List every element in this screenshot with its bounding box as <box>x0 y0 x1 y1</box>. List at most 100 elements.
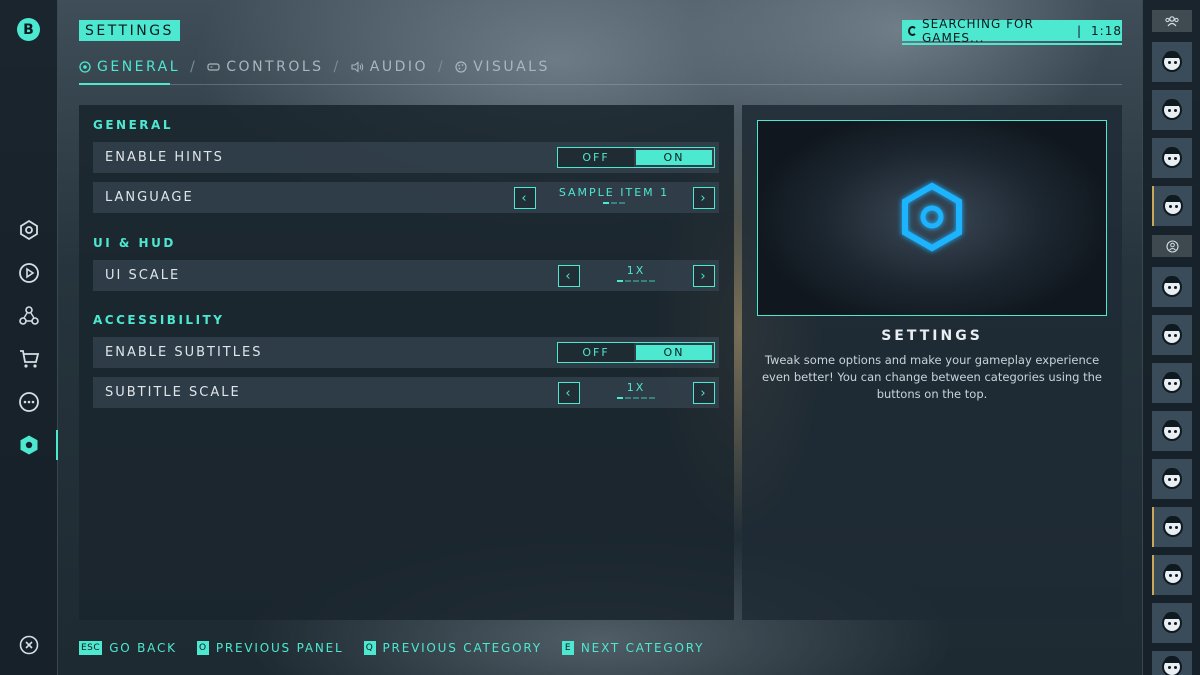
category-tabs: GENERAL / CONTROLS / AUDIO / VISUALS <box>79 58 550 76</box>
close-icon[interactable] <box>17 633 41 657</box>
tab-controls[interactable]: CONTROLS <box>207 58 323 76</box>
option-dot <box>617 397 623 399</box>
hint-next-category[interactable]: E NEXT CATEGORY <box>561 641 705 655</box>
tab-audio[interactable]: AUDIO <box>351 58 428 76</box>
tab-separator: / <box>438 59 446 75</box>
active-tab-underline <box>79 83 170 85</box>
option-dot <box>633 280 639 282</box>
speaker-icon <box>351 61 364 73</box>
option-label: UI SCALE <box>105 268 181 283</box>
tabs-divider <box>79 84 1122 85</box>
friend-avatar[interactable] <box>1152 603 1192 643</box>
friend-avatar[interactable] <box>1152 138 1192 178</box>
ui-scale-next-button[interactable]: › <box>693 265 715 287</box>
option-language[interactable]: LANGUAGE ‹ SAMPLE ITEM 1 › <box>93 182 719 213</box>
tab-controls-label: CONTROLS <box>226 59 324 75</box>
toggle-on[interactable]: ON <box>636 150 712 165</box>
avatar-face-icon <box>1162 276 1182 297</box>
avatar-face-icon <box>1162 51 1182 72</box>
friend-avatar[interactable] <box>1152 555 1192 595</box>
palette-icon <box>455 61 467 73</box>
subtitle-scale-prev-button[interactable]: ‹ <box>558 382 580 404</box>
friend-avatar[interactable] <box>1152 186 1192 226</box>
ui-scale-value: 1X <box>626 264 646 277</box>
friend-avatar[interactable] <box>1152 411 1192 451</box>
option-dot <box>617 280 623 282</box>
subtitle-scale-selector: 1X <box>583 381 689 399</box>
friends-rail <box>1142 0 1200 675</box>
option-dot <box>633 397 639 399</box>
play-icon[interactable] <box>17 261 41 285</box>
party-icon[interactable] <box>1152 10 1192 32</box>
ui-scale-option-dots <box>583 280 689 282</box>
friend-avatar[interactable] <box>1152 651 1192 675</box>
friend-avatar[interactable] <box>1152 42 1192 82</box>
avatar-face-icon <box>1163 516 1183 537</box>
avatar-face-icon <box>1162 99 1182 120</box>
hints-toggle[interactable]: OFF ON <box>557 147 715 168</box>
friend-avatar[interactable] <box>1152 363 1192 403</box>
social-icon[interactable] <box>17 304 41 328</box>
avatar-face-icon <box>1162 468 1182 489</box>
hint-label: GO BACK <box>109 641 177 655</box>
option-label: ENABLE HINTS <box>105 150 224 165</box>
hint-label: PREVIOUS PANEL <box>215 641 344 655</box>
subtitle-scale-option-dots <box>583 397 689 399</box>
toggle-off[interactable]: OFF <box>558 343 634 362</box>
option-enable-hints[interactable]: ENABLE HINTS OFF ON <box>93 142 719 173</box>
hint-previous-panel[interactable]: O PREVIOUS PANEL <box>196 641 344 655</box>
tab-general-label: GENERAL <box>97 59 181 75</box>
avatar-face-icon <box>1162 324 1182 345</box>
matchmaking-status[interactable]: SEARCHING FOR GAMES... | 1:18 <box>902 17 1122 45</box>
toggle-on[interactable]: ON <box>636 345 712 360</box>
friends-profile-icon[interactable] <box>1152 235 1192 257</box>
tab-general[interactable]: GENERAL <box>79 58 180 76</box>
toggle-off[interactable]: OFF <box>558 148 634 167</box>
friend-avatar[interactable] <box>1152 315 1192 355</box>
matchmaking-timer: 1:18 <box>1091 23 1122 38</box>
tab-separator: / <box>190 59 198 75</box>
option-dot <box>611 202 617 204</box>
language-value: SAMPLE ITEM 1 <box>558 186 670 199</box>
language-prev-button[interactable]: ‹ <box>514 187 536 209</box>
section-heading-accessibility: ACCESSIBILITY <box>93 313 225 327</box>
option-dot <box>649 397 655 399</box>
hint-go-back[interactable]: ESC GO BACK <box>79 641 177 655</box>
hint-label: NEXT CATEGORY <box>580 641 705 655</box>
cart-icon[interactable] <box>17 347 41 371</box>
more-icon[interactable] <box>17 390 41 414</box>
option-label: LANGUAGE <box>105 190 194 205</box>
friend-avatar[interactable] <box>1152 459 1192 499</box>
matchmaking-separator: | <box>1077 23 1083 38</box>
avatar-face-icon <box>1162 372 1182 393</box>
preview-description: Tweak some options and make your gamepla… <box>761 353 1103 401</box>
option-enable-subtitles[interactable]: ENABLE SUBTITLES OFF ON <box>93 337 719 368</box>
key-badge: ESC <box>79 641 103 655</box>
tab-visuals-label: VISUALS <box>473 59 550 75</box>
friend-avatar[interactable] <box>1152 267 1192 307</box>
key-badge: E <box>561 641 574 655</box>
friend-avatar[interactable] <box>1152 90 1192 130</box>
language-next-button[interactable]: › <box>693 187 715 209</box>
language-option-dots <box>539 202 689 204</box>
avatar-face-icon <box>1162 612 1182 633</box>
option-dot <box>649 280 655 282</box>
option-ui-scale[interactable]: UI SCALE ‹ 1X › <box>93 260 719 291</box>
subtitles-toggle[interactable]: OFF ON <box>557 342 715 363</box>
home-icon[interactable] <box>17 218 41 242</box>
subtitle-scale-value: 1X <box>626 381 646 394</box>
hint-previous-category[interactable]: Q PREVIOUS CATEGORY <box>363 641 542 655</box>
option-dot <box>641 397 647 399</box>
subtitle-scale-next-button[interactable]: › <box>693 382 715 404</box>
ui-scale-prev-button[interactable]: ‹ <box>558 265 580 287</box>
tab-separator: / <box>333 59 341 75</box>
avatar-face-icon <box>1163 564 1183 585</box>
tab-visuals[interactable]: VISUALS <box>455 58 550 76</box>
friend-avatar[interactable] <box>1152 507 1192 547</box>
option-subtitle-scale[interactable]: SUBTITLE SCALE ‹ 1X › <box>93 377 719 408</box>
matchmaking-underline <box>902 43 1122 45</box>
settings-hex-icon <box>902 182 962 252</box>
controls-footer: ESC GO BACK O PREVIOUS PANEL Q PREVIOUS … <box>79 641 724 655</box>
section-heading-general: GENERAL <box>93 118 173 132</box>
settings-icon[interactable] <box>17 433 41 457</box>
